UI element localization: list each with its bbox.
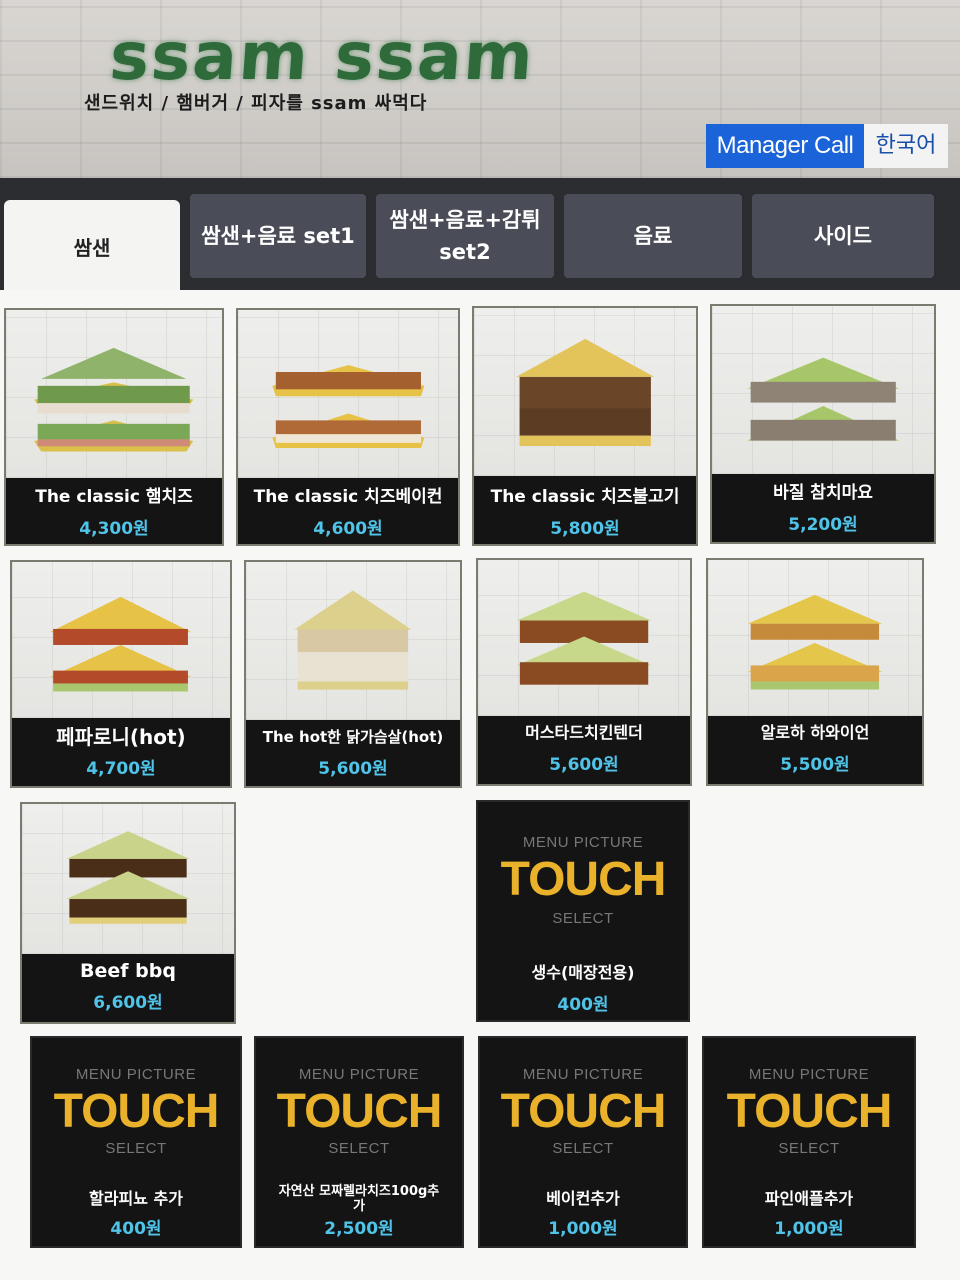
tab-drinks[interactable]: 음료 xyxy=(564,194,742,278)
menu-name: 생수(매장전용) xyxy=(531,963,635,982)
touch-label: TOUCH xyxy=(276,1085,443,1138)
touch-caption-bottom: SELECT xyxy=(778,1140,840,1157)
menu-card-bacon-add[interactable]: MENU PICTURE TOUCH SELECT 베이컨추가 1,000원 xyxy=(478,1036,688,1248)
touch-caption-top: MENU PICTURE xyxy=(522,1066,644,1083)
menu-grid: The classic 햄치즈 4,300원 The classic 치즈베이컨… xyxy=(0,290,960,1280)
menu-name: 베이컨추가 xyxy=(546,1189,620,1208)
menu-card-aloha-hawaiian[interactable]: 알로하 하와이언 5,500원 xyxy=(706,558,924,786)
touch-label: TOUCH xyxy=(53,1085,220,1138)
touch-label: TOUCH xyxy=(500,853,667,906)
menu-price: 2,500원 xyxy=(324,1219,394,1239)
brand-logo: ssam ssam xyxy=(107,18,538,95)
menu-photo xyxy=(238,310,458,478)
language-button[interactable]: 한국어 xyxy=(864,124,948,168)
menu-name: The classic 치즈불고기 xyxy=(490,487,680,507)
menu-price: 4,600원 xyxy=(313,519,383,539)
menu-photo xyxy=(708,560,922,716)
menu-name: The classic 햄치즈 xyxy=(35,487,193,507)
touch-caption-top: MENU PICTURE xyxy=(748,1066,870,1083)
category-tabs: 쌈샌 쌈샌+음료 set1 쌈샌+음료+감튀 set2 음료 사이드 xyxy=(0,178,960,296)
sandwich-image xyxy=(516,591,652,685)
menu-card-classic-cheese-bacon[interactable]: The classic 치즈베이컨 4,600원 xyxy=(236,308,460,546)
store-header: ssam ssam 샌드위치 / 햄버거 / 피자를 ssam 싸먹다 Mana… xyxy=(0,0,960,178)
tab-set2[interactable]: 쌈샌+음료+감튀 set2 xyxy=(376,194,554,278)
menu-name: 파인애플추가 xyxy=(764,1189,854,1208)
sandwich-image xyxy=(66,831,190,924)
menu-photo xyxy=(6,310,222,478)
sandwich-image xyxy=(50,596,192,692)
menu-card-bottled-water[interactable]: MENU PICTURE TOUCH SELECT 생수(매장전용) 400원 xyxy=(476,800,690,1022)
menu-price: 1,000원 xyxy=(774,1219,844,1239)
touch-caption-top: MENU PICTURE xyxy=(298,1066,420,1083)
menu-price: 5,600원 xyxy=(549,755,619,775)
menu-card-hot-chicken-breast[interactable]: The hot한 닭가슴살(hot) 5,600원 xyxy=(244,560,462,788)
menu-price: 400원 xyxy=(110,1219,162,1239)
menu-name: 할라피뇨 추가 xyxy=(89,1189,183,1208)
menu-name: The classic 치즈베이컨 xyxy=(253,487,443,507)
menu-photo xyxy=(12,562,230,718)
menu-photo xyxy=(474,308,696,476)
menu-name: 페파로니(hot) xyxy=(56,725,186,749)
sandwich-image xyxy=(747,594,883,690)
touch-caption-top: MENU PICTURE xyxy=(75,1066,197,1083)
touch-caption-bottom: SELECT xyxy=(552,1140,614,1157)
menu-photo xyxy=(712,306,934,474)
touch-caption-bottom: SELECT xyxy=(552,910,614,927)
menu-price: 1,000원 xyxy=(548,1219,618,1239)
menu-card-jalapeno-add[interactable]: MENU PICTURE TOUCH SELECT 할라피뇨 추가 400원 xyxy=(30,1036,242,1248)
menu-card-classic-ham-cheese[interactable]: The classic 햄치즈 4,300원 xyxy=(4,308,224,546)
menu-card-basil-tuna-mayo[interactable]: 바질 참치마요 5,200원 xyxy=(710,304,936,544)
menu-name: Beef bbq xyxy=(80,960,176,982)
menu-name: 머스타드치킨텐더 xyxy=(525,723,643,742)
menu-name: 자연산 모짜렐라치즈100g추가 xyxy=(278,1184,440,1214)
menu-card-mustard-chicken-tender[interactable]: 머스타드치킨텐더 5,600원 xyxy=(476,558,692,786)
menu-price: 400원 xyxy=(557,995,609,1015)
menu-card-beef-bbq[interactable]: Beef bbq 6,600원 xyxy=(20,802,236,1024)
menu-card-classic-cheese-bulgogi[interactable]: The classic 치즈불고기 5,800원 xyxy=(472,306,698,546)
menu-photo xyxy=(246,562,460,720)
tab-set1[interactable]: 쌈샌+음료 set1 xyxy=(190,194,366,278)
menu-photo xyxy=(22,804,234,954)
menu-name: 알로하 하와이언 xyxy=(760,723,870,742)
menu-price: 5,500원 xyxy=(780,755,850,775)
manager-call-button[interactable]: Manager Call xyxy=(706,124,864,168)
menu-card-pineapple-add[interactable]: MENU PICTURE TOUCH SELECT 파인애플추가 1,000원 xyxy=(702,1036,916,1248)
menu-card-mozzarella-add[interactable]: MENU PICTURE TOUCH SELECT 자연산 모짜렐라치즈100g… xyxy=(254,1036,464,1248)
tab-ssamsaen[interactable]: 쌈샌 xyxy=(4,200,180,296)
menu-price: 5,600원 xyxy=(318,759,388,779)
menu-price: 4,700원 xyxy=(86,759,156,779)
menu-price: 5,200원 xyxy=(788,515,858,535)
sandwich-image xyxy=(515,338,655,446)
touch-label: TOUCH xyxy=(726,1085,893,1138)
touch-caption-bottom: SELECT xyxy=(105,1140,167,1157)
menu-price: 5,800원 xyxy=(550,519,620,539)
touch-caption-bottom: SELECT xyxy=(328,1140,390,1157)
menu-card-pepperoni[interactable]: 페파로니(hot) 4,700원 xyxy=(10,560,232,788)
menu-name: 바질 참치마요 xyxy=(773,483,873,503)
menu-price: 4,300원 xyxy=(79,519,149,539)
menu-price: 6,600원 xyxy=(93,993,163,1013)
sandwich-image xyxy=(271,364,425,448)
menu-name: The hot한 닭가슴살(hot) xyxy=(262,728,444,746)
sandwich-image xyxy=(34,347,194,452)
menu-photo xyxy=(478,560,690,716)
tab-sides[interactable]: 사이드 xyxy=(752,194,934,278)
sandwich-image xyxy=(746,357,900,441)
touch-label: TOUCH xyxy=(500,1085,667,1138)
brand-tagline: 샌드위치 / 햄버거 / 피자를 ssam 싸먹다 xyxy=(84,93,428,114)
sandwich-image xyxy=(294,590,412,690)
touch-caption-top: MENU PICTURE xyxy=(522,834,644,851)
